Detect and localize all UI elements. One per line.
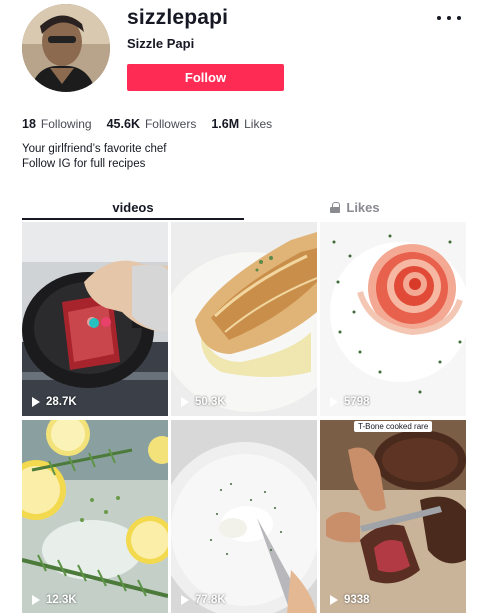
- steak-pan-image: [22, 222, 168, 416]
- view-count-label: 12.3K: [46, 594, 77, 606]
- likes-count: 1.6M: [211, 117, 240, 131]
- view-count: 9338: [330, 594, 370, 606]
- video-thumbnail[interactable]: 50.3K: [171, 222, 317, 416]
- video-thumbnail[interactable]: T-Bone cooked rare 9338: [320, 420, 466, 613]
- username: sizzlepapi: [127, 6, 229, 29]
- more-icon[interactable]: [437, 10, 461, 26]
- view-count: 50.3K: [181, 396, 226, 408]
- stat-following[interactable]: 18 Following: [22, 117, 92, 131]
- stats-bar: 18 Following 45.6K Followers 1.6M Likes: [22, 117, 287, 131]
- bio: Your girlfriend’s favorite chef Follow I…: [22, 142, 166, 172]
- avatar-image: [22, 4, 110, 92]
- active-tab-indicator: [22, 218, 244, 220]
- display-name: Sizzle Papi: [127, 36, 195, 51]
- lock-icon: [330, 201, 341, 213]
- following-label: Following: [40, 117, 92, 131]
- avatar[interactable]: [22, 4, 110, 92]
- view-count-label: 77.8K: [195, 594, 226, 606]
- lemon-rosemary-image: [22, 420, 168, 613]
- video-thumbnail[interactable]: 12.3K: [22, 420, 168, 613]
- play-icon: [32, 595, 40, 605]
- play-icon: [330, 595, 338, 605]
- fish-fillet-image: [171, 222, 317, 416]
- play-icon: [32, 397, 40, 407]
- likes-label: Likes: [244, 117, 273, 131]
- followers-label: Followers: [144, 117, 197, 131]
- view-count: 28.7K: [32, 396, 77, 408]
- view-count-label: 50.3K: [195, 396, 226, 408]
- view-count: 77.8K: [181, 594, 226, 606]
- play-icon: [330, 397, 338, 407]
- tab-likes[interactable]: Likes: [244, 195, 466, 219]
- bio-line-2: Follow IG for full recipes: [22, 158, 146, 170]
- following-count: 18: [22, 117, 36, 131]
- video-thumbnail[interactable]: 28.7K: [22, 222, 168, 416]
- view-count-label: 9338: [344, 594, 370, 606]
- play-icon: [181, 595, 189, 605]
- video-caption: T-Bone cooked rare: [354, 421, 433, 432]
- follow-button[interactable]: Follow: [127, 64, 284, 91]
- view-count-label: 28.7K: [46, 396, 77, 408]
- tab-likes-label: Likes: [346, 199, 380, 215]
- view-count: 12.3K: [32, 594, 77, 606]
- view-count-label: 5798: [344, 396, 370, 408]
- video-thumbnail[interactable]: 77.8K: [171, 420, 317, 613]
- stat-likes: 1.6M Likes: [211, 117, 272, 131]
- view-count: 5798: [330, 396, 370, 408]
- plating-image: [171, 420, 317, 613]
- video-thumbnail[interactable]: 5798: [320, 222, 466, 416]
- profile-tabs: videos Likes: [22, 195, 466, 221]
- t-bone-steak-image: [320, 420, 466, 613]
- play-icon: [181, 397, 189, 407]
- apple-rose-image: [320, 222, 466, 416]
- tab-videos[interactable]: videos: [22, 195, 244, 219]
- bio-line-1: Your girlfriend’s favorite chef: [22, 143, 167, 155]
- followers-count: 45.6K: [106, 117, 140, 131]
- stat-followers[interactable]: 45.6K Followers: [107, 117, 197, 131]
